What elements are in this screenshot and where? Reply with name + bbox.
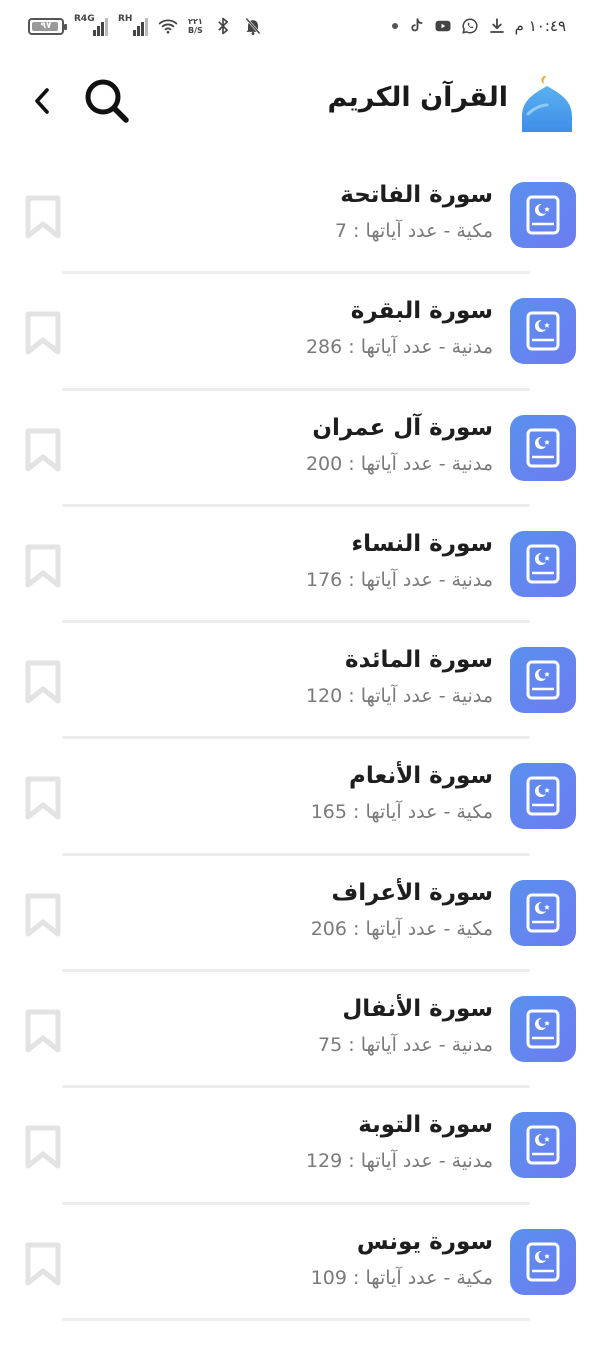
- network-speed: ٢٢١ B/S: [188, 17, 203, 35]
- surah-info: مدنية - عدد آياتها : 176: [305, 568, 493, 591]
- quran-book-icon: [510, 763, 576, 830]
- surah-info: مدنية - عدد آياتها : 129: [305, 1150, 493, 1173]
- surah-name: سورة الأعراف: [331, 879, 494, 906]
- sim1-label: R4G: [74, 14, 95, 24]
- download-icon: [489, 18, 504, 33]
- surah-name: سورة البقرة: [350, 298, 493, 325]
- surah-info: مدنية - عدد آياتها : 286: [305, 336, 493, 359]
- search-icon[interactable]: [82, 76, 132, 126]
- speed-value: ٢٢١: [188, 17, 203, 26]
- surah-name: سورة النساء: [351, 530, 493, 557]
- quran-book-icon: [510, 182, 576, 248]
- bookmark-icon[interactable]: [24, 310, 62, 356]
- surah-text: سورة الفاتحة مكية - عدد آياتها : 7: [335, 182, 493, 242]
- signal-icon-sim1: R4G: [74, 14, 108, 36]
- surah-row[interactable]: سورة الأعراف مكية - عدد آياتها : 206: [0, 856, 592, 973]
- page-title: القرآن الكريم: [327, 82, 508, 113]
- whatsapp-icon: [461, 18, 478, 34]
- surah-text: سورة الأنفال مدنية - عدد آياتها : 75: [318, 996, 493, 1056]
- bell-off-icon: [245, 17, 261, 35]
- surah-name: سورة آل عمران: [312, 414, 493, 441]
- surah-row[interactable]: سورة التوبة مدنية - عدد آياتها : 129: [0, 1088, 592, 1205]
- bookmark-icon[interactable]: [24, 1124, 62, 1170]
- surah-name: سورة يونس: [356, 1228, 493, 1255]
- surah-text: سورة البقرة مدنية - عدد آياتها : 286: [306, 298, 493, 358]
- quran-book-icon: [510, 1228, 576, 1295]
- surah-row[interactable]: سورة الفاتحة مكية - عدد آياتها : 7: [0, 158, 592, 275]
- tiktok-icon: [411, 18, 423, 32]
- status-right: ١٠:٤٩ م: [391, 17, 566, 35]
- quran-book-icon: [510, 647, 576, 714]
- wifi-icon: [158, 19, 178, 34]
- quran-book-icon: [510, 879, 576, 946]
- surah-text: سورة التوبة مدنية - عدد آياتها : 129: [306, 1112, 493, 1172]
- youtube-icon: [435, 20, 451, 32]
- surah-row[interactable]: سورة النساء مدنية - عدد آياتها : 176: [0, 507, 592, 624]
- battery-icon: ٩٧: [28, 17, 67, 35]
- bookmark-icon[interactable]: [24, 892, 62, 938]
- bookmark-icon[interactable]: [24, 543, 62, 589]
- bookmark-icon[interactable]: [24, 427, 62, 473]
- surah-text: سورة النساء مدنية - عدد آياتها : 176: [306, 531, 493, 591]
- surah-text: سورة يونس مكية - عدد آياتها : 109: [311, 1229, 493, 1289]
- surah-info: مدنية - عدد آياتها : 75: [318, 1034, 493, 1057]
- app-header: القرآن الكريم: [0, 62, 592, 142]
- surah-text: سورة الأعراف مكية - عدد آياتها : 206: [311, 880, 493, 940]
- notification-dot-icon: [391, 23, 398, 29]
- status-bar: ٩٧ R4G RH ٢٢١ B/S ١٠:٤٩ م: [0, 0, 592, 58]
- surah-text: سورة الأنعام مكية - عدد آياتها : 165: [311, 763, 493, 823]
- chevron-left-icon[interactable]: [26, 84, 60, 118]
- bookmark-icon[interactable]: [24, 1241, 62, 1287]
- surah-info: مدنية - عدد آياتها : 200: [305, 452, 493, 475]
- surah-name: سورة المائدة: [345, 647, 493, 674]
- surah-text: سورة المائدة مدنية - عدد آياتها : 120: [306, 647, 493, 707]
- speed-unit: B/S: [188, 26, 203, 35]
- bookmark-icon[interactable]: [24, 659, 62, 705]
- surah-row[interactable]: سورة يونس مكية - عدد آياتها : 109: [0, 1205, 592, 1321]
- surah-text: سورة آل عمران مدنية - عدد آياتها : 200: [306, 415, 493, 475]
- mosque-icon: [522, 76, 572, 132]
- surah-info: مكية - عدد آياتها : 206: [310, 917, 493, 940]
- surah-row[interactable]: سورة الأنعام مكية - عدد آياتها : 165: [0, 739, 592, 856]
- signal-icon-sim2: RH: [118, 14, 148, 36]
- surah-row[interactable]: سورة البقرة مدنية - عدد آياتها : 286: [0, 274, 592, 391]
- bookmark-icon[interactable]: [24, 775, 62, 821]
- sim2-label: RH: [118, 14, 133, 24]
- quran-book-icon: [510, 414, 576, 481]
- surah-name: سورة الأنفال: [342, 996, 493, 1023]
- quran-book-icon: [510, 1112, 576, 1179]
- clock: ١٠:٤٩ م: [514, 17, 566, 35]
- surah-row[interactable]: سورة آل عمران مدنية - عدد آياتها : 200: [0, 391, 592, 507]
- surah-info: مدنية - عدد آياتها : 120: [305, 685, 493, 708]
- row-divider: [62, 1317, 530, 1321]
- quran-book-icon: [510, 996, 576, 1063]
- surah-row[interactable]: سورة الأنفال مدنية - عدد آياتها : 75: [0, 972, 592, 1089]
- bluetooth-icon: [218, 17, 228, 35]
- surah-info: مكية - عدد آياتها : 165: [310, 801, 493, 824]
- surah-name: سورة التوبة: [358, 1112, 493, 1139]
- surah-name: سورة الفاتحة: [340, 182, 493, 208]
- surah-row[interactable]: سورة المائدة مدنية - عدد آياتها : 120: [0, 623, 592, 740]
- battery-level: ٩٧: [40, 21, 52, 31]
- surah-name: سورة الأنعام: [349, 763, 493, 790]
- bookmark-icon[interactable]: [24, 194, 62, 240]
- quran-book-icon: [510, 530, 576, 597]
- surah-info: مكية - عدد آياتها : 7: [334, 220, 493, 242]
- status-left: ٩٧ R4G RH ٢٢١ B/S: [28, 14, 263, 36]
- surah-info: مكية - عدد آياتها : 109: [310, 1266, 493, 1289]
- surah-list: سورة الفاتحة مكية - عدد آياتها : 7 سورة …: [0, 158, 592, 1321]
- quran-book-icon: [510, 298, 576, 365]
- bookmark-icon[interactable]: [24, 1008, 62, 1054]
